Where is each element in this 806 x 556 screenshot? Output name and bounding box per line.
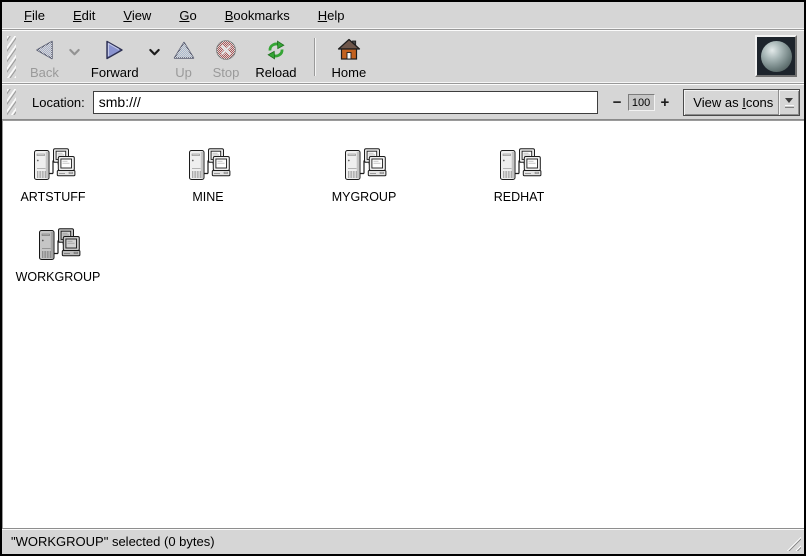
icon-label: REDHAT — [494, 190, 544, 204]
back-dropdown-button[interactable] — [67, 34, 83, 80]
location-bar-drag-handle[interactable] — [7, 89, 16, 115]
menu-view-rest: iew — [132, 8, 152, 23]
forward-dropdown-button[interactable] — [147, 34, 163, 80]
icon-workgroup[interactable]: WORKGROUP — [2, 227, 128, 284]
menu-file-rest: ile — [32, 8, 45, 23]
zoom-out-button[interactable]: − — [609, 95, 626, 110]
menu-edit-mnemonic: E — [73, 8, 82, 23]
menu-help-rest: elp — [327, 8, 344, 23]
home-button[interactable]: Home — [324, 34, 375, 80]
toolbar-separator — [314, 38, 315, 76]
icon-view-pane[interactable]: ARTSTUFF MINE MYGROUP REDHAT WORKGROUP — [2, 120, 804, 528]
smb-workgroup-icon — [497, 147, 542, 185]
menu-edit[interactable]: Edit — [59, 8, 109, 23]
status-text: "WORKGROUP" selected (0 bytes) — [11, 534, 215, 549]
dropdown-indicator-icon — [779, 97, 799, 108]
icon-artstuff[interactable]: ARTSTUFF — [2, 147, 123, 204]
location-bar: Location: − 100 + View as Icons — [2, 84, 804, 120]
forward-arrow-icon — [102, 37, 128, 63]
stop-icon — [213, 37, 239, 63]
menu-edit-rest: dit — [82, 8, 96, 23]
sphere-throbber-icon — [761, 41, 792, 72]
location-input[interactable] — [93, 91, 598, 114]
stop-label: Stop — [213, 65, 240, 80]
view-as-dropdown[interactable]: View as Icons — [683, 89, 800, 116]
forward-button[interactable]: Forward — [83, 34, 147, 80]
zoom-level-indicator[interactable]: 100 — [628, 94, 655, 111]
menu-go-mnemonic: G — [179, 8, 189, 23]
toolbar-drag-handle[interactable] — [7, 36, 16, 78]
menu-bar: File Edit View Go Bookmarks Help — [2, 2, 804, 30]
location-label: Location: — [32, 95, 85, 110]
smb-workgroup-icon — [342, 147, 387, 185]
up-arrow-icon — [171, 37, 197, 63]
icon-label: MYGROUP — [332, 190, 397, 204]
back-button[interactable]: Back — [22, 34, 67, 80]
throbber — [755, 35, 797, 77]
toolbar: Back Forward Up Stop Reload Home — [2, 30, 804, 84]
up-button[interactable]: Up — [163, 34, 205, 80]
file-manager-window: File Edit View Go Bookmarks Help Back Fo… — [0, 0, 806, 556]
menu-bookmarks-rest: ookmarks — [233, 8, 289, 23]
reload-icon — [263, 37, 289, 63]
home-label: Home — [332, 65, 367, 80]
home-icon — [336, 37, 362, 63]
menu-view-mnemonic: V — [123, 8, 131, 23]
smb-workgroup-icon — [31, 147, 76, 185]
back-label: Back — [30, 65, 59, 80]
view-as-prefix: View as — [693, 95, 742, 110]
icon-mine[interactable]: MINE — [138, 147, 278, 204]
stop-button[interactable]: Stop — [205, 34, 248, 80]
icon-label: ARTSTUFF — [20, 190, 85, 204]
menu-bookmarks[interactable]: Bookmarks — [211, 8, 304, 23]
menu-go-rest: o — [189, 8, 196, 23]
reload-label: Reload — [255, 65, 296, 80]
forward-label: Forward — [91, 65, 139, 80]
zoom-in-button[interactable]: + — [657, 95, 674, 110]
chevron-down-icon — [68, 48, 81, 57]
menu-file-mnemonic: F — [24, 8, 32, 23]
smb-workgroup-icon — [186, 147, 231, 185]
menu-help-mnemonic: H — [318, 8, 327, 23]
zoom-control: − 100 + — [609, 94, 674, 111]
menu-view[interactable]: View — [109, 8, 165, 23]
icon-label: MINE — [192, 190, 223, 204]
icon-label: WORKGROUP — [16, 270, 101, 284]
menu-file[interactable]: File — [10, 8, 59, 23]
resize-grip[interactable] — [784, 534, 801, 551]
smb-workgroup-icon — [36, 227, 81, 265]
reload-button[interactable]: Reload — [247, 34, 304, 80]
up-label: Up — [175, 65, 192, 80]
chevron-down-icon — [148, 48, 161, 57]
menu-help[interactable]: Help — [304, 8, 359, 23]
menu-go[interactable]: Go — [165, 8, 210, 23]
view-as-label: View as Icons — [684, 95, 778, 110]
view-as-suffix: cons — [746, 95, 773, 110]
icon-mygroup[interactable]: MYGROUP — [294, 147, 434, 204]
icon-redhat[interactable]: REDHAT — [449, 147, 589, 204]
status-bar: "WORKGROUP" selected (0 bytes) — [2, 528, 804, 554]
back-arrow-icon — [31, 37, 57, 63]
